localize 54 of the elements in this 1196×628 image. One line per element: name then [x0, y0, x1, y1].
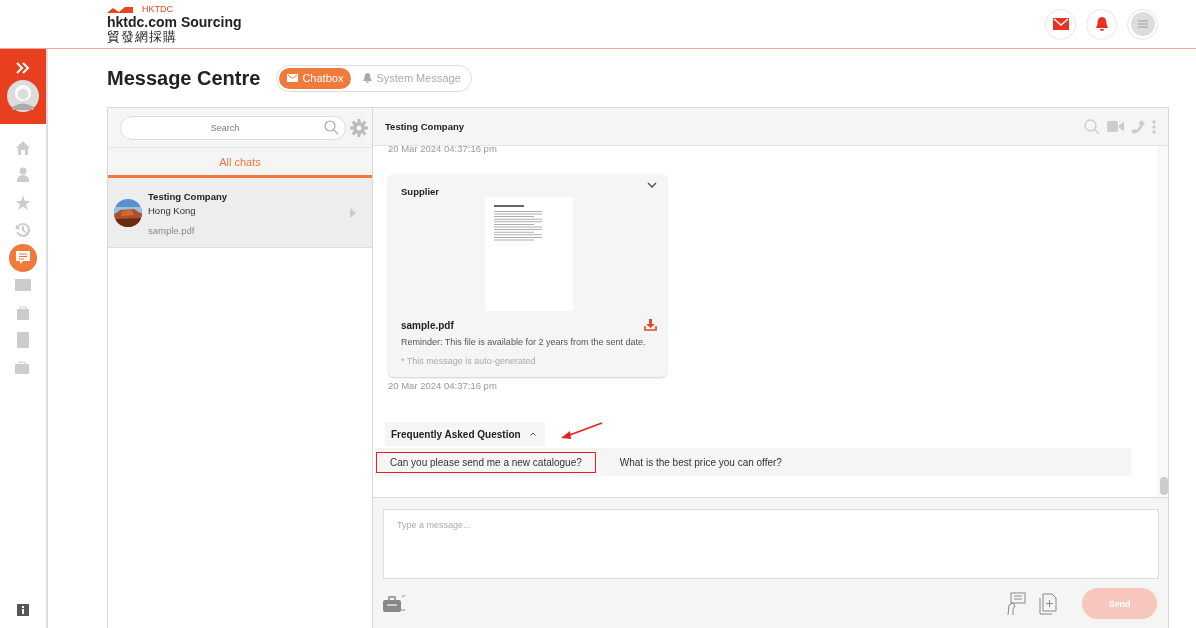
logo-text: HKTDC [142, 5, 173, 14]
product-card-icon[interactable] [1006, 591, 1026, 616]
star-icon [15, 194, 31, 211]
menu-icon [1137, 20, 1148, 28]
download-icon[interactable] [644, 319, 657, 331]
bell-icon [1094, 16, 1109, 32]
home-icon [15, 139, 31, 156]
envelope-icon [287, 74, 299, 82]
chat-list-item[interactable]: Testing Company Hong Kong sample.pdf [108, 178, 372, 248]
contact-name: Testing Company [148, 191, 228, 202]
info-icon[interactable] [17, 604, 29, 616]
briefcase-icon [15, 359, 31, 376]
contact-location: Hong Kong [148, 205, 197, 216]
phone-icon[interactable] [1131, 119, 1145, 134]
file-name: sample.pdf [401, 319, 454, 331]
briefcase-icon[interactable] [383, 594, 405, 613]
brand-chinese-name: 貿發網採購 [107, 30, 178, 43]
chevron-right-icon [350, 207, 356, 218]
mail-icon [1052, 18, 1069, 30]
caret-icon [529, 432, 536, 436]
message-field[interactable]: Type a message... [383, 509, 1159, 579]
chat-nav-button[interactable] [9, 244, 37, 272]
message-timestamp: 20 Mar 2024 04:37:16 pm [388, 380, 497, 392]
video-camera-icon[interactable] [1107, 121, 1124, 132]
avatar-icon[interactable] [7, 79, 39, 112]
message-timestamp: 20 Mar 2024 04:37:16 pm [388, 146, 497, 155]
search-field[interactable]: Search [120, 115, 346, 140]
brand-name: hktdc.com Sourcing [107, 15, 242, 29]
history-icon [15, 222, 31, 239]
add-file-icon[interactable] [1039, 592, 1057, 615]
auto-generated-note: * This message is auto-generated [401, 356, 537, 366]
bag-icon [15, 304, 31, 321]
chevron-down-icon[interactable] [647, 182, 657, 188]
menu-button[interactable] [1127, 8, 1158, 40]
search-icon[interactable] [324, 119, 339, 135]
more-options-icon[interactable] [1152, 119, 1156, 134]
sender-name: Supplier [401, 186, 439, 197]
notification-button[interactable] [1086, 8, 1117, 40]
search-icon[interactable] [1084, 118, 1100, 135]
scrollbar-thumb[interactable] [1160, 477, 1168, 495]
faq-question[interactable]: What is the best price you can offer? [605, 451, 796, 473]
reminder-text: Reminder: This file is available for 2 years from the sent date. [401, 337, 647, 347]
expand-icon[interactable] [16, 61, 30, 74]
bell-icon [363, 73, 373, 83]
faq-question[interactable]: Can you please send me a new catalogue? [376, 451, 596, 473]
settings-icon[interactable] [350, 118, 368, 137]
mail-button[interactable] [1045, 8, 1076, 40]
faq-toggle[interactable]: Frequently Asked Question [385, 422, 545, 446]
last-message-preview: sample.pdf [148, 225, 196, 236]
page-title: Message Centre [107, 66, 261, 90]
document-thumbnail[interactable] [485, 197, 573, 311]
person-icon [15, 167, 31, 184]
chat-icon [15, 249, 31, 266]
conversation-title: Testing Company [385, 121, 464, 132]
